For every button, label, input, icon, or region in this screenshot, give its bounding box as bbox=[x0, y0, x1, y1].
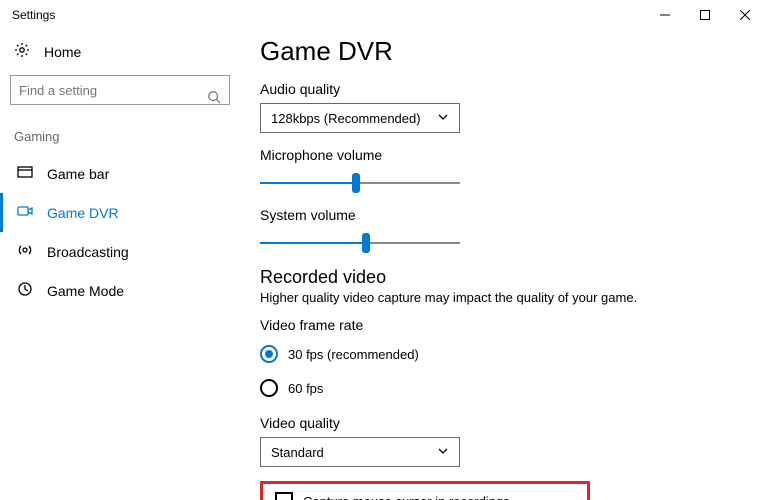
sidebar-item-game-mode[interactable]: Game Mode bbox=[0, 271, 230, 310]
system-volume-label: System volume bbox=[260, 207, 735, 223]
gear-icon bbox=[14, 42, 30, 61]
radio-label: 30 fps (recommended) bbox=[288, 347, 419, 362]
search-box[interactable] bbox=[10, 75, 230, 105]
frame-rate-60-option[interactable]: 60 fps bbox=[260, 373, 735, 403]
game-mode-icon bbox=[17, 281, 33, 300]
home-button[interactable]: Home bbox=[10, 36, 230, 75]
sidebar-item-label: Game DVR bbox=[47, 205, 119, 221]
slider-fill bbox=[260, 242, 366, 244]
chevron-down-icon bbox=[437, 111, 449, 126]
highlighted-setting: Capture mouse cursor in recordings bbox=[260, 481, 590, 500]
frame-rate-label: Video frame rate bbox=[260, 317, 735, 333]
slider-track bbox=[260, 242, 460, 244]
maximize-button[interactable] bbox=[685, 0, 725, 30]
system-volume-slider[interactable] bbox=[260, 229, 460, 257]
search-input[interactable] bbox=[19, 83, 201, 98]
home-label: Home bbox=[44, 44, 81, 60]
game-bar-icon bbox=[17, 164, 33, 183]
sidebar-item-broadcasting[interactable]: Broadcasting bbox=[0, 232, 230, 271]
radio-label: 60 fps bbox=[288, 381, 323, 396]
sidebar-item-label: Game Mode bbox=[47, 283, 124, 299]
checkbox-label: Capture mouse cursor in recordings bbox=[303, 494, 510, 500]
radio-button[interactable] bbox=[260, 345, 278, 363]
checkbox[interactable] bbox=[275, 492, 293, 500]
sidebar-item-game-dvr[interactable]: Game DVR bbox=[0, 193, 230, 232]
minimize-button[interactable] bbox=[645, 0, 685, 30]
video-quality-select[interactable]: Standard bbox=[260, 437, 460, 467]
broadcasting-icon bbox=[17, 242, 33, 261]
sidebar: Home Gaming Game bar Game DVR Broadcasti… bbox=[0, 30, 240, 500]
sidebar-item-label: Broadcasting bbox=[47, 244, 129, 260]
slider-thumb[interactable] bbox=[362, 233, 370, 253]
select-value: 128kbps (Recommended) bbox=[271, 111, 421, 126]
close-button[interactable] bbox=[725, 0, 765, 30]
mic-volume-slider[interactable] bbox=[260, 169, 460, 197]
category-heading: Gaming bbox=[10, 125, 230, 154]
capture-cursor-option[interactable]: Capture mouse cursor in recordings bbox=[275, 492, 575, 500]
slider-track bbox=[260, 182, 460, 184]
select-value: Standard bbox=[271, 445, 324, 460]
video-quality-label: Video quality bbox=[260, 415, 735, 431]
slider-fill bbox=[260, 182, 356, 184]
mic-volume-label: Microphone volume bbox=[260, 147, 735, 163]
chevron-down-icon bbox=[437, 445, 449, 460]
recorded-video-subtext: Higher quality video capture may impact … bbox=[260, 290, 735, 305]
recorded-video-heading: Recorded video bbox=[260, 267, 735, 288]
radio-button[interactable] bbox=[260, 379, 278, 397]
window-title: Settings bbox=[12, 8, 645, 22]
page-title: Game DVR bbox=[260, 36, 735, 67]
content-pane: Game DVR Audio quality 128kbps (Recommen… bbox=[240, 30, 765, 500]
audio-quality-label: Audio quality bbox=[260, 81, 735, 97]
frame-rate-30-option[interactable]: 30 fps (recommended) bbox=[260, 339, 735, 369]
slider-thumb[interactable] bbox=[352, 173, 360, 193]
game-dvr-icon bbox=[17, 203, 33, 222]
audio-quality-select[interactable]: 128kbps (Recommended) bbox=[260, 103, 460, 133]
sidebar-item-label: Game bar bbox=[47, 166, 109, 182]
titlebar: Settings bbox=[0, 0, 765, 30]
sidebar-item-game-bar[interactable]: Game bar bbox=[0, 154, 230, 193]
